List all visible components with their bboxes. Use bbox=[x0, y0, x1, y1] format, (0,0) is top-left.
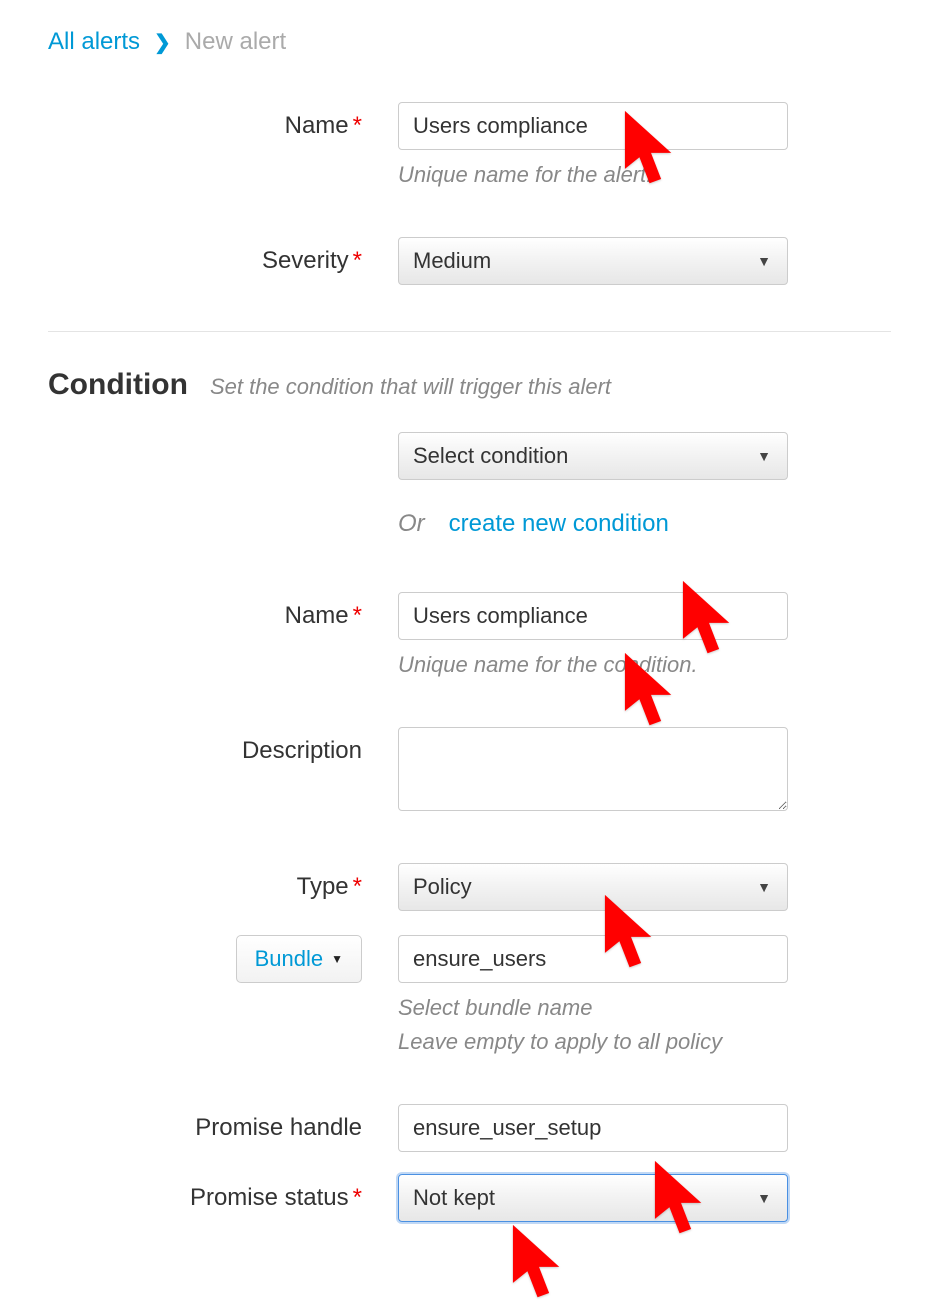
field-bundle: Bundle ▼ Select bundle name Leave empty … bbox=[48, 935, 891, 1059]
caret-down-icon: ▼ bbox=[757, 1190, 771, 1206]
condition-name-label: Name* bbox=[48, 592, 398, 640]
type-label: Type* bbox=[48, 863, 398, 911]
bundle-dropdown-button[interactable]: Bundle ▼ bbox=[236, 935, 362, 983]
caret-down-icon: ▼ bbox=[757, 879, 771, 895]
promise-status-select[interactable]: Not kept ▼ bbox=[398, 1174, 788, 1222]
breadcrumb-current: New alert bbox=[185, 28, 286, 56]
caret-down-icon: ▼ bbox=[757, 448, 771, 464]
promise-status-label: Promise status* bbox=[48, 1174, 398, 1222]
select-condition-placeholder: Select condition bbox=[413, 443, 568, 469]
field-description: Description bbox=[48, 727, 891, 817]
field-name: Name* Unique name for the alert. bbox=[48, 102, 891, 191]
field-condition-name: Name* Unique name for the condition. bbox=[48, 592, 891, 681]
name-help: Unique name for the alert. bbox=[398, 160, 788, 191]
condition-subtitle: Set the condition that will trigger this… bbox=[210, 374, 611, 400]
section-divider bbox=[48, 331, 891, 332]
caret-down-icon: ▼ bbox=[331, 952, 343, 966]
description-label: Description bbox=[48, 727, 398, 775]
condition-title: Condition bbox=[48, 368, 188, 402]
chevron-right-icon: ❯ bbox=[154, 30, 171, 55]
name-label: Name* bbox=[48, 102, 398, 150]
select-condition-dropdown[interactable]: Select condition ▼ bbox=[398, 432, 788, 480]
or-create-row: Or create new condition bbox=[48, 510, 891, 538]
bundle-input[interactable] bbox=[398, 935, 788, 983]
caret-down-icon: ▼ bbox=[757, 253, 771, 269]
condition-heading: Condition Set the condition that will tr… bbox=[48, 368, 891, 402]
field-type: Type* Policy ▼ bbox=[48, 863, 891, 911]
type-value: Policy bbox=[413, 874, 472, 900]
field-select-condition: Select condition ▼ bbox=[48, 432, 891, 480]
field-severity: Severity* Medium ▼ bbox=[48, 237, 891, 285]
bundle-help-2: Leave empty to apply to all policy bbox=[398, 1027, 788, 1058]
condition-name-input[interactable] bbox=[398, 592, 788, 640]
severity-label: Severity* bbox=[48, 237, 398, 285]
field-promise-status: Promise status* Not kept ▼ bbox=[48, 1174, 891, 1222]
promise-status-value: Not kept bbox=[413, 1185, 495, 1211]
create-condition-link[interactable]: create new condition bbox=[449, 510, 669, 538]
type-select[interactable]: Policy ▼ bbox=[398, 863, 788, 911]
bundle-help-1: Select bundle name bbox=[398, 993, 788, 1024]
breadcrumb: All alerts ❯ New alert bbox=[48, 28, 891, 56]
breadcrumb-all-alerts[interactable]: All alerts bbox=[48, 28, 140, 56]
condition-name-help: Unique name for the condition. bbox=[398, 650, 788, 681]
promise-handle-label: Promise handle bbox=[48, 1104, 398, 1152]
field-promise-handle: Promise handle bbox=[48, 1104, 891, 1152]
description-textarea[interactable] bbox=[398, 727, 788, 811]
or-label: Or bbox=[398, 510, 425, 538]
severity-select[interactable]: Medium ▼ bbox=[398, 237, 788, 285]
name-input[interactable] bbox=[398, 102, 788, 150]
promise-handle-input[interactable] bbox=[398, 1104, 788, 1152]
severity-value: Medium bbox=[413, 248, 491, 274]
